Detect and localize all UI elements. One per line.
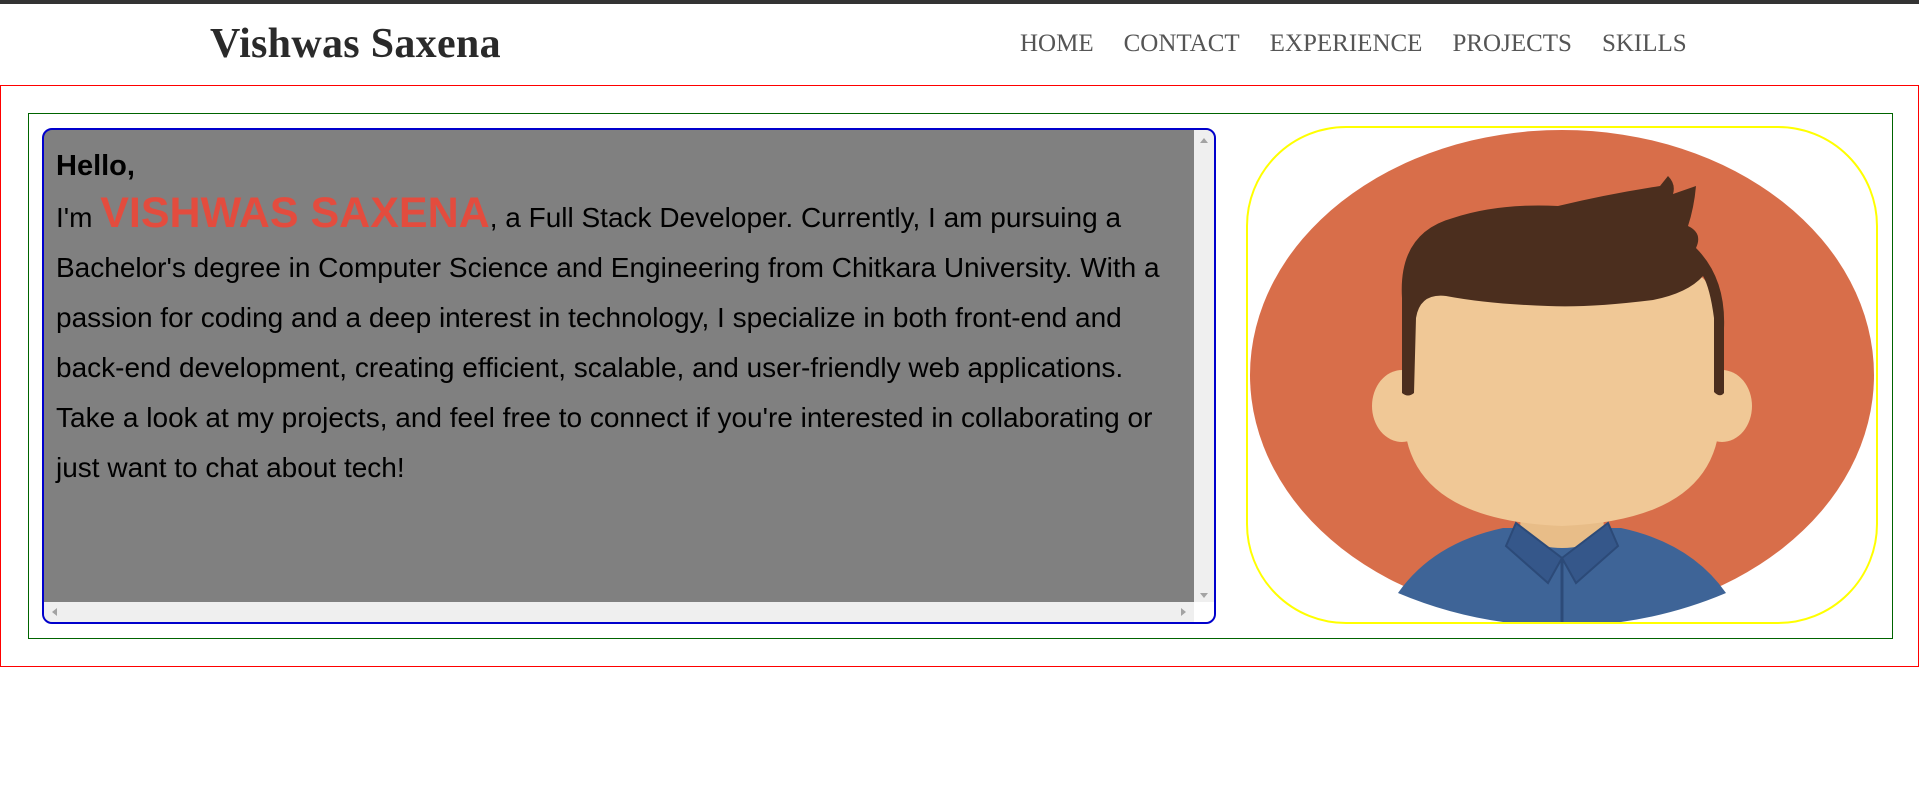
- nav-home-link[interactable]: HOME: [1020, 30, 1094, 58]
- nav-experience-link[interactable]: EXPERIENCE: [1270, 30, 1423, 58]
- vertical-scrollbar[interactable]: [1194, 130, 1214, 606]
- hero-container: Hello, I'm VISHWAS SAXENA, a Full Stack …: [28, 113, 1893, 639]
- navbar: Vishwas Saxena HOME CONTACT EXPERIENCE P…: [0, 4, 1919, 84]
- site-brand[interactable]: Vishwas Saxena: [210, 20, 501, 68]
- intro-content: Hello, I'm VISHWAS SAXENA, a Full Stack …: [56, 148, 1186, 493]
- scroll-down-icon[interactable]: [1200, 593, 1208, 598]
- intro-panel[interactable]: Hello, I'm VISHWAS SAXENA, a Full Stack …: [42, 128, 1216, 624]
- scroll-left-icon[interactable]: [52, 608, 57, 616]
- nav-contact-link[interactable]: CONTACT: [1124, 30, 1240, 58]
- main-nav: HOME CONTACT EXPERIENCE PROJECTS SKILLS: [1020, 30, 1687, 58]
- scroll-up-icon[interactable]: [1200, 138, 1208, 143]
- scrollbar-corner: [1194, 602, 1214, 622]
- greeting-heading: Hello,: [56, 150, 135, 182]
- avatar-frame: [1246, 126, 1878, 624]
- horizontal-scrollbar[interactable]: [44, 602, 1194, 622]
- nav-skills-link[interactable]: SKILLS: [1602, 30, 1687, 58]
- intro-body: , a Full Stack Developer. Currently, I a…: [56, 202, 1160, 483]
- scroll-right-icon[interactable]: [1181, 608, 1186, 616]
- nav-projects-link[interactable]: PROJECTS: [1452, 30, 1571, 58]
- intro-prefix: I'm: [56, 202, 101, 233]
- person-avatar-icon: [1250, 130, 1874, 622]
- hero-section: Hello, I'm VISHWAS SAXENA, a Full Stack …: [0, 85, 1919, 667]
- name-highlight: VISHWAS SAXENA: [100, 189, 490, 237]
